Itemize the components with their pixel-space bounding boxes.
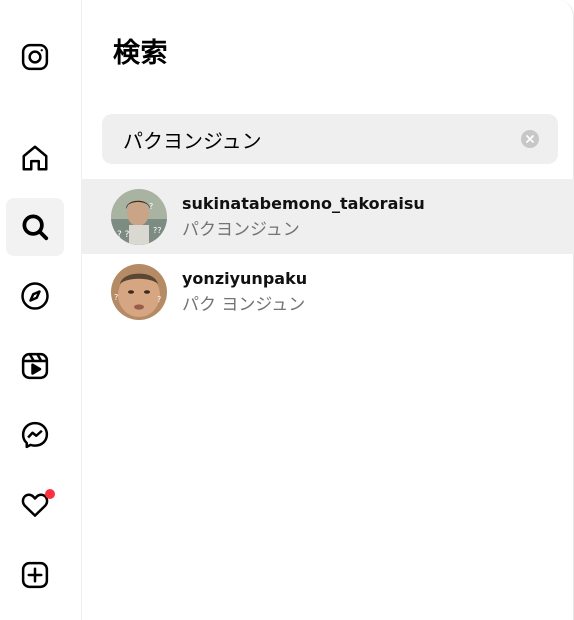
avatar: ? ?: [111, 263, 167, 320]
search-panel: 検索 ? ? ? ??: [82, 0, 574, 620]
search-result-item[interactable]: ? ? ? ?? sukinatabemono_takoraisu パクヨンジュ…: [82, 179, 574, 254]
nav-notifications-button[interactable]: [6, 476, 64, 534]
search-input[interactable]: [102, 114, 512, 164]
home-icon: [22, 145, 48, 171]
nav-search-button[interactable]: [6, 198, 64, 256]
result-full-name: パク ヨンジュン: [182, 294, 306, 315]
close-icon: [526, 135, 534, 143]
search-result-text: yonziyunpaku パク ヨンジュン: [182, 269, 307, 315]
svg-text:?: ?: [114, 293, 118, 302]
search-panel-title: 検索: [113, 38, 168, 69]
result-username: sukinatabemono_takoraisu: [182, 193, 425, 213]
sidebar-nav: [0, 0, 82, 620]
svg-text:? ?: ? ?: [117, 230, 130, 240]
avatar: ? ? ? ??: [111, 188, 167, 245]
notification-badge: [45, 489, 55, 499]
create-plus-icon: [21, 561, 49, 589]
clear-search-button[interactable]: [521, 130, 539, 148]
search-result-item[interactable]: ? ? yonziyunpaku パク ヨンジュン: [82, 254, 574, 329]
instagram-logo-button[interactable]: [6, 28, 64, 86]
nav-explore-button[interactable]: [6, 267, 64, 325]
reels-icon: [21, 352, 49, 380]
nav-home-button[interactable]: [6, 129, 64, 187]
search-icon: [22, 214, 49, 241]
svg-text:?: ?: [149, 202, 153, 211]
user-avatar-image: ? ?: [111, 263, 167, 320]
result-full-name: パクヨンジュン: [182, 219, 300, 240]
messenger-icon: [21, 421, 49, 449]
search-field: [102, 114, 558, 164]
result-username: yonziyunpaku: [182, 268, 308, 288]
explore-compass-icon: [21, 282, 49, 310]
search-result-text: sukinatabemono_takoraisu パクヨンジュン: [182, 194, 425, 240]
instagram-logo-icon: [21, 43, 49, 71]
nav-reels-button[interactable]: [6, 337, 64, 395]
nav-messages-button[interactable]: [6, 406, 64, 464]
svg-text:??: ??: [153, 226, 162, 235]
app-root: 検索 ? ? ? ??: [0, 0, 574, 620]
user-avatar-image: ? ? ? ??: [111, 188, 167, 245]
nav-create-button[interactable]: [6, 546, 64, 604]
svg-text:?: ?: [157, 295, 161, 304]
